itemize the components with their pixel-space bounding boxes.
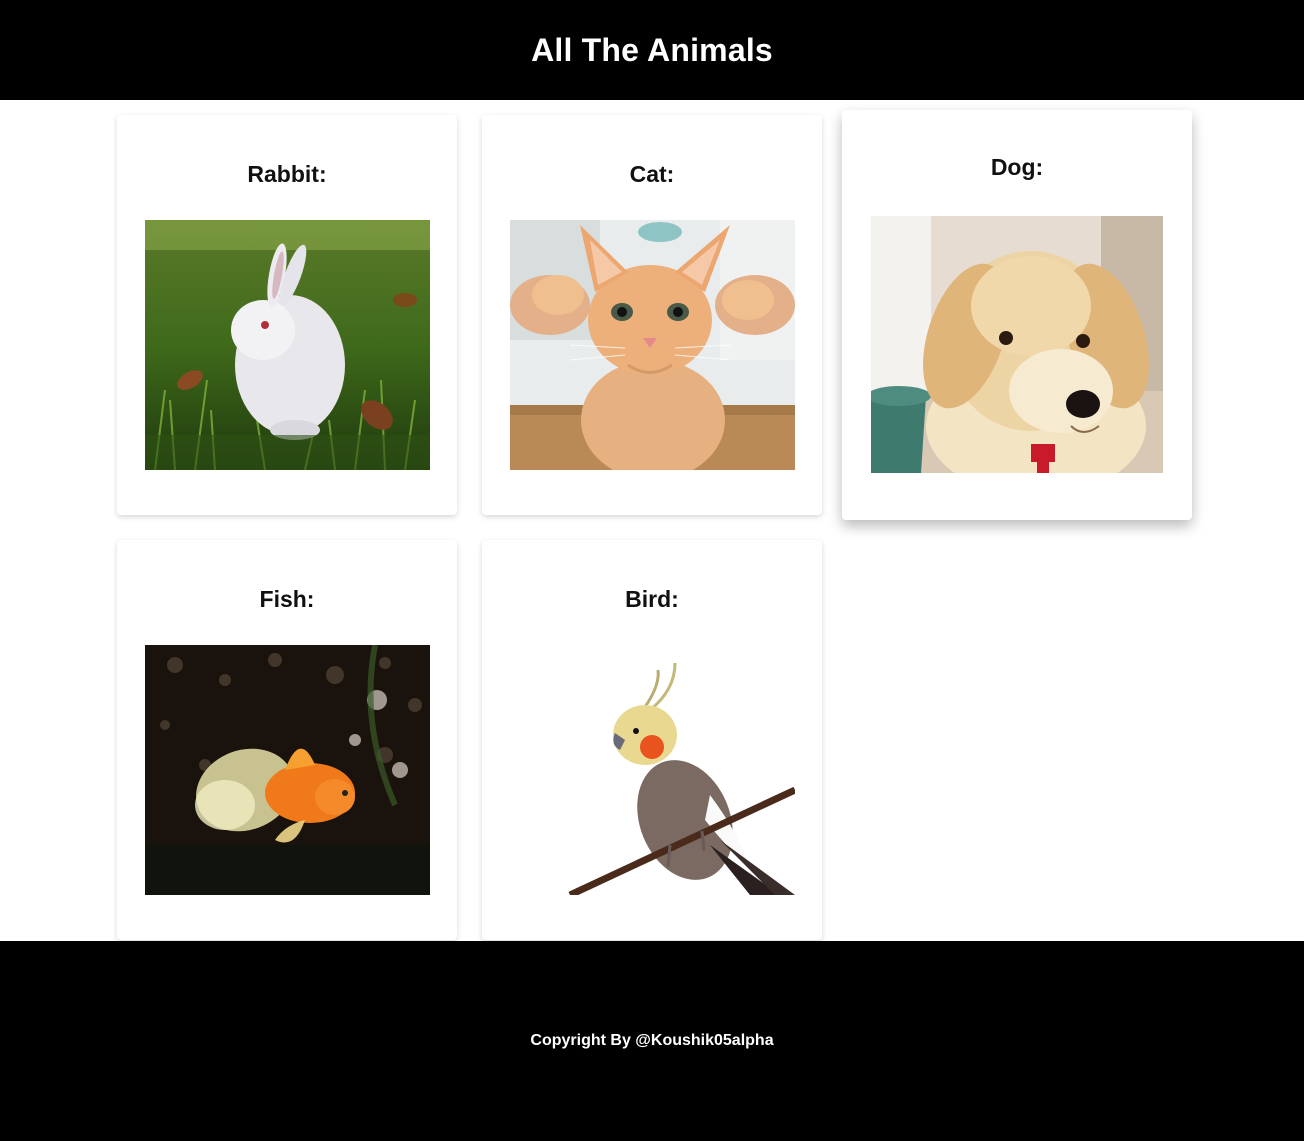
card-title-cat: Cat: bbox=[629, 161, 675, 187]
dog-photo bbox=[871, 216, 1163, 473]
page-title: All The Animals bbox=[531, 31, 773, 68]
site-footer: Copyright By @Koushik05alpha bbox=[0, 941, 1304, 1141]
card-title-fish: Fish: bbox=[259, 586, 315, 612]
card-title-rabbit: Rabbit: bbox=[247, 161, 327, 187]
card-rabbit: Rabbit: bbox=[117, 115, 457, 515]
card-title-bird: Bird: bbox=[625, 586, 679, 612]
site-header: All The Animals bbox=[0, 0, 1304, 100]
card-title-dog: Dog: bbox=[990, 154, 1044, 180]
bird-photo bbox=[510, 645, 795, 895]
card-bird: Bird: bbox=[482, 540, 822, 940]
copyright-text: Copyright By @Koushik05alpha bbox=[530, 1032, 774, 1049]
card-fish: Fish: bbox=[117, 540, 457, 940]
card-dog: Dog: bbox=[842, 110, 1192, 520]
fish-photo bbox=[145, 645, 430, 895]
card-cat: Cat: bbox=[482, 115, 822, 515]
rabbit-photo bbox=[145, 220, 430, 470]
cat-photo bbox=[510, 220, 795, 470]
